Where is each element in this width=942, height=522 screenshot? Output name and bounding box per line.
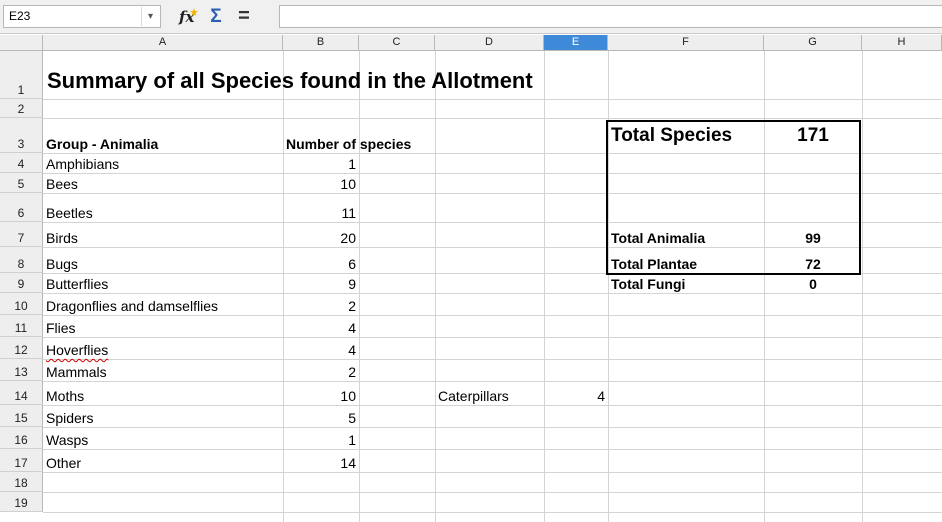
group-name-cell[interactable]: Flies xyxy=(43,315,283,337)
column-header-d[interactable]: D xyxy=(435,35,544,51)
group-name-cell[interactable]: Spiders xyxy=(43,405,283,427)
group-name-cell[interactable]: Bugs xyxy=(43,247,283,273)
spreadsheet-grid: A B C D E F G H 1 2 3 4 5 6 7 8 9 10 11 … xyxy=(0,35,942,522)
group-name-cell[interactable]: Dragonflies and damselflies xyxy=(43,293,283,315)
row-header-15[interactable]: 15 xyxy=(0,405,43,427)
row-header-13[interactable]: 13 xyxy=(0,359,43,381)
row-header-5[interactable]: 5 xyxy=(0,173,43,193)
total-species-label[interactable]: Total Species xyxy=(608,118,764,153)
group-count-cell[interactable]: 6 xyxy=(283,247,359,273)
group-count-cell[interactable]: 1 xyxy=(283,153,359,173)
row-header-2[interactable]: 2 xyxy=(0,99,43,118)
column-header-b[interactable]: B xyxy=(283,35,359,51)
group-name-cell[interactable]: Mammals xyxy=(43,359,283,381)
group-name-cell[interactable]: Moths xyxy=(43,381,283,405)
group-count-cell[interactable]: 2 xyxy=(283,293,359,315)
function-wizard-icon[interactable]: fx xyxy=(177,5,201,28)
name-box[interactable]: E23 ▾ xyxy=(3,5,161,28)
spellcheck-word: Hoverflies xyxy=(46,342,109,358)
total-animalia-value[interactable]: 99 xyxy=(764,222,862,247)
row-header-16[interactable]: 16 xyxy=(0,427,43,449)
group-count-cell[interactable]: 9 xyxy=(283,273,359,293)
total-fungi-value[interactable]: 0 xyxy=(764,273,862,293)
row-header-4[interactable]: 4 xyxy=(0,153,43,173)
grid-line xyxy=(43,512,942,513)
group-name-cell[interactable]: Amphibians xyxy=(43,153,283,173)
row-header-7[interactable]: 7 xyxy=(0,222,43,247)
formula-bar: E23 ▾ fx Σ = xyxy=(0,0,942,34)
total-plantae-label[interactable]: Total Plantae xyxy=(608,247,764,273)
row-header-1[interactable]: 1 xyxy=(0,51,43,99)
column-header-c[interactable]: C xyxy=(359,35,435,51)
column-header-a[interactable]: A xyxy=(43,35,283,51)
row-header-19[interactable]: 19 xyxy=(0,492,43,512)
row-header-14[interactable]: 14 xyxy=(0,381,43,405)
grid-line xyxy=(43,99,942,100)
group-count-cell[interactable]: 14 xyxy=(283,449,359,472)
column-header-f[interactable]: F xyxy=(608,35,764,51)
group-count-cell[interactable]: 5 xyxy=(283,405,359,427)
group-name-cell[interactable]: Birds xyxy=(43,222,283,247)
sheet-title[interactable]: Summary of all Species found in the Allo… xyxy=(43,51,743,99)
group-count-cell[interactable]: 4 xyxy=(283,337,359,359)
grid-line xyxy=(43,492,942,493)
row-header-18[interactable]: 18 xyxy=(0,472,43,492)
row-header-10[interactable]: 10 xyxy=(0,293,43,315)
chevron-down-icon[interactable]: ▾ xyxy=(141,7,159,26)
total-species-value[interactable]: 171 xyxy=(764,118,862,153)
group-count-cell[interactable]: 10 xyxy=(283,381,359,405)
group-name-cell[interactable]: Hoverflies xyxy=(43,337,283,359)
row-header-12[interactable]: 12 xyxy=(0,337,43,359)
column-header-g[interactable]: G xyxy=(764,35,862,51)
group-count-cell[interactable]: 4 xyxy=(283,315,359,337)
total-plantae-value[interactable]: 72 xyxy=(764,247,862,273)
group-count-cell[interactable]: 1 xyxy=(283,427,359,449)
group-count-cell[interactable]: 10 xyxy=(283,173,359,193)
count-header-cell[interactable]: Number of species xyxy=(283,118,463,153)
row-header-8[interactable]: 8 xyxy=(0,247,43,273)
row-header-17[interactable]: 17 xyxy=(0,449,43,472)
formula-icon[interactable]: = xyxy=(232,5,256,28)
group-name-cell[interactable]: Wasps xyxy=(43,427,283,449)
group-count-cell[interactable]: 2 xyxy=(283,359,359,381)
sum-icon[interactable]: Σ xyxy=(205,5,227,28)
row-header-9[interactable]: 9 xyxy=(0,273,43,293)
group-name-cell[interactable]: Beetles xyxy=(43,193,283,222)
total-animalia-label[interactable]: Total Animalia xyxy=(608,222,764,247)
group-name-cell[interactable]: Other xyxy=(43,449,283,472)
group-header-cell[interactable]: Group - Animalia xyxy=(43,118,283,153)
svg-text:fx: fx xyxy=(178,8,195,26)
caterpillars-value-cell[interactable]: 4 xyxy=(544,381,608,405)
group-count-cell[interactable]: 11 xyxy=(283,193,359,222)
formula-input[interactable] xyxy=(279,5,942,28)
row-header-11[interactable]: 11 xyxy=(0,315,43,337)
name-box-value: E23 xyxy=(9,9,31,23)
caterpillars-label-cell[interactable]: Caterpillars xyxy=(435,381,544,405)
select-all-corner[interactable] xyxy=(0,35,43,51)
group-count-cell[interactable]: 20 xyxy=(283,222,359,247)
grid-line xyxy=(862,51,863,522)
grid-line xyxy=(43,472,942,473)
group-name-cell[interactable]: Bees xyxy=(43,173,283,193)
row-header-3[interactable]: 3 xyxy=(0,118,43,153)
column-header-h[interactable]: H xyxy=(862,35,942,51)
group-name-cell[interactable]: Butterflies xyxy=(43,273,283,293)
row-header-6[interactable]: 6 xyxy=(0,193,43,222)
total-fungi-label[interactable]: Total Fungi xyxy=(608,273,764,293)
column-header-e[interactable]: E xyxy=(544,35,608,51)
grid-line xyxy=(544,51,545,522)
